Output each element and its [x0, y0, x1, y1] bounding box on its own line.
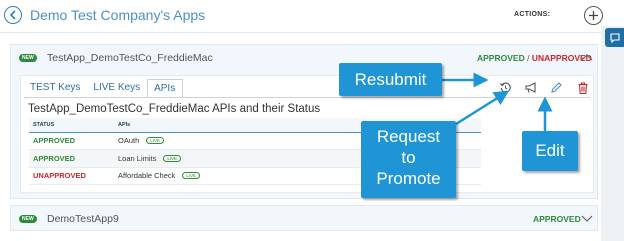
app-status: APPROVED — [533, 214, 581, 224]
live-badge: LIVE — [182, 172, 201, 180]
actions-label: ACTIONS: — [514, 11, 551, 18]
chevron-up-icon[interactable] — [581, 52, 593, 62]
megaphone-icon — [524, 82, 536, 93]
tab-live-keys[interactable]: LIVE Keys — [87, 79, 147, 98]
edit-button[interactable] — [548, 79, 565, 96]
request-promote-button[interactable] — [522, 79, 539, 96]
api-name: Affordable Check — [118, 171, 176, 181]
app-details-card: TEST Keys LIVE Keys APIs TestApp_DemoTes… — [20, 75, 594, 193]
tab-test-keys[interactable]: TEST Keys — [24, 79, 87, 98]
page-header: Demo Test Company's Apps ACTIONS: — [0, 0, 603, 33]
side-rail — [601, 26, 624, 241]
new-badge: NEW — [19, 215, 37, 223]
plus-icon — [589, 11, 598, 20]
trash-icon — [578, 81, 587, 94]
row-status: APPROVED — [29, 149, 114, 168]
resubmit-callout: Resubmit — [339, 63, 442, 96]
api-name: Loan Limits — [118, 153, 157, 163]
app-name: TestApp_DemoTestCo_FreddieMac — [47, 52, 213, 64]
history-icon — [500, 82, 511, 93]
chevron-down-icon[interactable] — [581, 213, 593, 223]
tab-bar: TEST Keys LIVE Keys APIs — [24, 79, 184, 98]
edit-callout: Edit — [522, 131, 578, 171]
app-status: APPROVED / UNAPPROVED — [477, 53, 592, 63]
callout-line: Request — [376, 127, 441, 146]
chat-bubble-icon — [609, 32, 620, 43]
delete-button[interactable] — [574, 79, 591, 96]
callout-line: Promote — [376, 169, 441, 188]
column-header-status: STATUS — [29, 118, 114, 133]
back-button[interactable] — [4, 6, 22, 24]
tab-divider — [24, 97, 590, 98]
add-app-button[interactable] — [584, 6, 603, 25]
live-badge: LIVE — [163, 154, 182, 162]
live-badge: LIVE — [146, 137, 165, 145]
page-title: Demo Test Company's Apps — [30, 7, 206, 23]
app-panel[interactable]: NEW DemoTestApp9 APPROVED — [10, 205, 598, 231]
chevron-left-icon — [9, 10, 16, 20]
resubmit-button[interactable] — [497, 79, 514, 96]
row-status: APPROVED — [29, 132, 114, 150]
status-approved: APPROVED — [533, 214, 581, 224]
status-approved: APPROVED — [477, 53, 525, 63]
tab-apis[interactable]: APIs — [147, 79, 184, 98]
callout-line: to — [401, 148, 416, 167]
app-action-icons — [497, 79, 591, 97]
api-name: OAuth — [118, 136, 140, 146]
new-badge: NEW — [19, 54, 37, 62]
request-promote-callout: Request to Promote — [361, 121, 456, 198]
status-separator: / — [524, 53, 532, 63]
chat-button[interactable] — [605, 28, 624, 47]
pencil-icon — [551, 82, 562, 93]
app-header[interactable]: NEW TestApp_DemoTestCo_FreddieMac APPROV… — [11, 45, 597, 71]
app-name: DemoTestApp9 — [47, 213, 119, 225]
apis-section-title: TestApp_DemoTestCo_FreddieMac APIs and t… — [28, 103, 321, 115]
app-panel: NEW TestApp_DemoTestCo_FreddieMac APPROV… — [10, 44, 598, 199]
row-status: UNAPPROVED — [29, 167, 114, 185]
